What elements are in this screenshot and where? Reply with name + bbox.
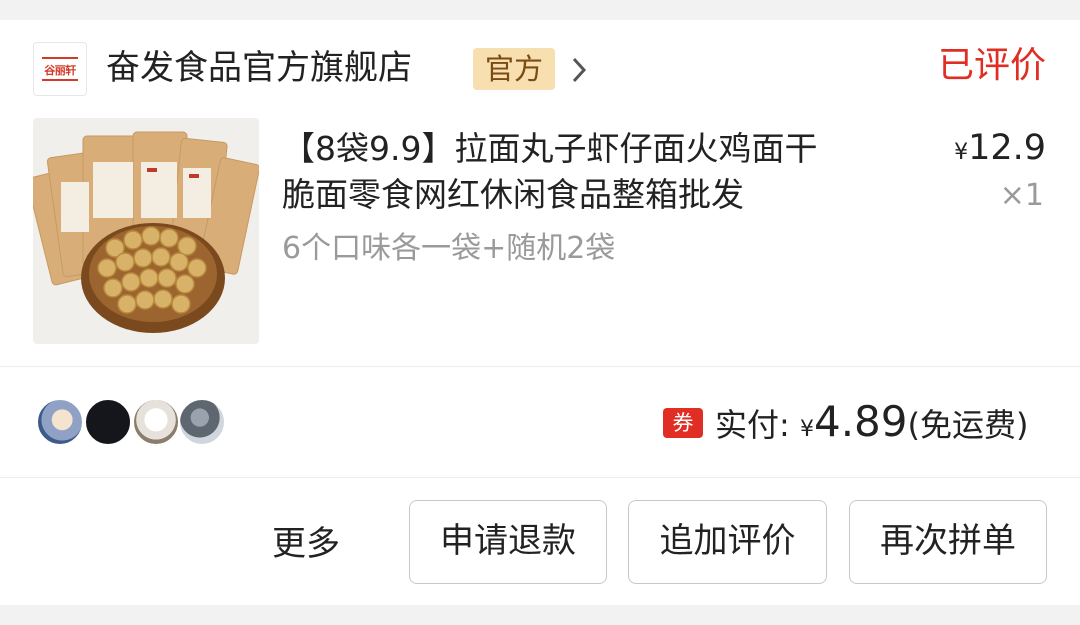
avatar[interactable] <box>132 398 180 446</box>
product-title[interactable]: 【8袋9.9】拉面丸子虾仔面火鸡面干 脆面零食网红休闲食品整箱批发 <box>282 126 922 218</box>
divider <box>0 477 1080 478</box>
store-logo[interactable]: 谷丽轩 <box>33 42 87 96</box>
paid-label: 实付: <box>715 406 800 444</box>
order-card: 谷丽轩 奋发食品官方旗舰店 官方 已评价 【8袋9.9】拉面丸子虾仔面火鸡面干 … <box>0 20 1080 605</box>
price-currency: ¥ <box>954 140 969 165</box>
product-variant: 6个口味各一袋+随机2袋 <box>282 231 616 266</box>
review-status: 已评价 <box>937 45 1046 86</box>
product-price: ¥12.9 <box>954 124 1046 177</box>
product-image[interactable] <box>33 118 259 344</box>
divider <box>0 366 1080 367</box>
avatar[interactable] <box>36 398 84 446</box>
avatar[interactable] <box>178 398 226 446</box>
product-quantity: ×1 <box>999 178 1044 213</box>
add-review-button[interactable]: 追加评价 <box>628 500 827 584</box>
paid-value: 4.89 <box>813 397 908 446</box>
official-badge: 官方 <box>473 48 555 90</box>
paid-currency: ¥ <box>799 417 814 442</box>
chevron-right-icon[interactable] <box>569 56 589 84</box>
refund-button[interactable]: 申请退款 <box>409 500 607 584</box>
price-value: 12.9 <box>968 128 1046 168</box>
avatar[interactable] <box>84 398 132 446</box>
coupon-icon: 券 <box>663 408 703 438</box>
store-name[interactable]: 奋发食品官方旗舰店 <box>106 44 412 92</box>
reorder-button[interactable]: 再次拼单 <box>849 500 1047 584</box>
more-button[interactable]: 更多 <box>272 520 340 568</box>
shipping-note: (免运费) <box>907 406 1029 444</box>
paid-amount: 实付: ¥4.89(免运费) <box>715 395 1028 457</box>
product-title-line-1: 【8袋9.9】拉面丸子虾仔面火鸡面干 <box>282 129 818 168</box>
product-title-line-2: 脆面零食网红休闲食品整箱批发 <box>282 175 744 214</box>
